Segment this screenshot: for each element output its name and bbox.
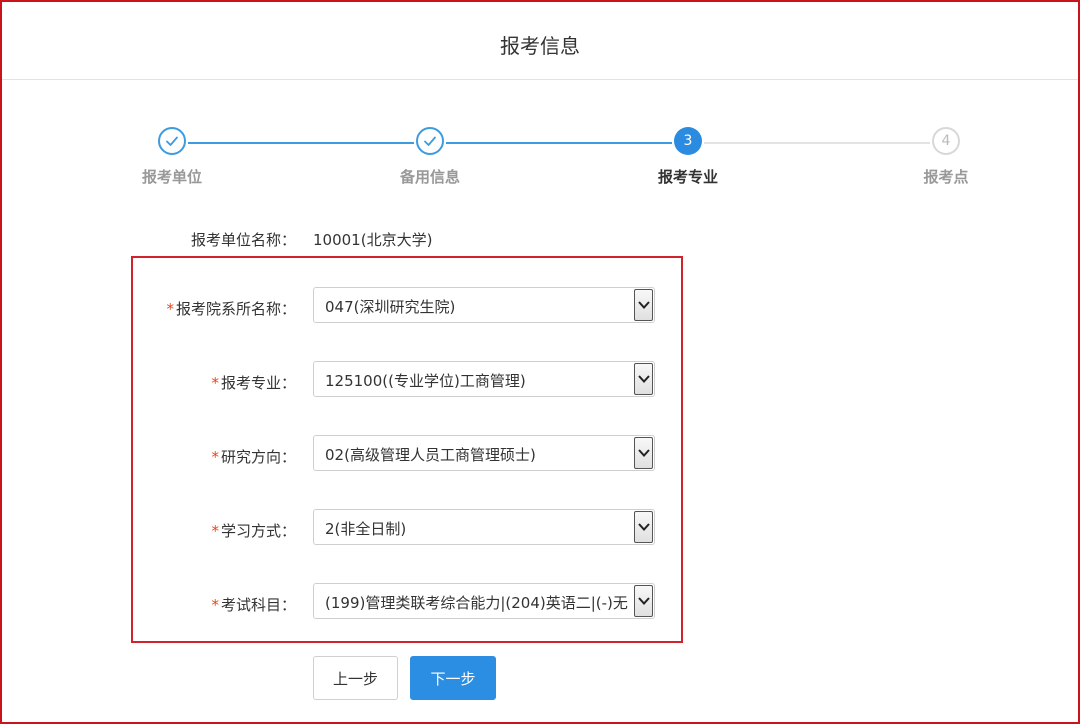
exam-subjects-select[interactable]: (199)管理类联考综合能力|(204)英语二|(-)无 <box>313 583 655 619</box>
department-select[interactable]: 047(深圳研究生院) <box>313 287 655 323</box>
study-mode-select[interactable]: 2(非全日制) <box>313 509 655 545</box>
department-select-value: 047(深圳研究生院) <box>325 298 456 316</box>
required-mark: * <box>211 374 219 392</box>
unit-name-value: 10001(北京大学) <box>313 231 433 249</box>
step-1-circle <box>158 127 186 155</box>
chevron-down-icon[interactable] <box>634 437 653 469</box>
major-field-label: * 报考专业： <box>211 374 296 392</box>
exam-subjects-select-value: (199)管理类联考综合能力|(204)英语二|(-)无 <box>325 594 628 612</box>
chevron-down-icon[interactable] <box>634 363 653 395</box>
required-mark: * <box>211 448 219 466</box>
research-direction-label: * 研究方向： <box>211 448 296 466</box>
major-select-value: 125100((专业学位)工商管理) <box>325 372 526 390</box>
research-direction-select[interactable]: 02(高级管理人员工商管理硕士) <box>313 435 655 471</box>
step-connector-1 <box>188 142 414 144</box>
step-2-label: 备用信息 <box>399 168 460 186</box>
required-mark: * <box>211 596 219 614</box>
study-mode-label: * 学习方式： <box>211 522 296 540</box>
step-connector-3 <box>704 142 930 144</box>
unit-name-label: 报考单位名称： <box>190 231 296 249</box>
research-direction-select-value: 02(高级管理人员工商管理硕士) <box>325 446 536 464</box>
next-step-button[interactable]: 下一步 <box>410 656 496 700</box>
step-4-circle: 4 <box>932 127 960 155</box>
step-connector-2 <box>446 142 672 144</box>
study-mode-select-value: 2(非全日制) <box>325 520 407 538</box>
chevron-down-icon[interactable] <box>634 289 653 321</box>
required-mark: * <box>211 522 219 540</box>
step-3-label: 报考专业 <box>657 168 718 186</box>
page-title: 报考信息 <box>500 34 580 58</box>
chevron-down-icon[interactable] <box>634 511 653 543</box>
major-select[interactable]: 125100((专业学位)工商管理) <box>313 361 655 397</box>
step-2-circle <box>416 127 444 155</box>
page-header: 报考信息 <box>2 2 1078 80</box>
exam-subjects-label: * 考试科目： <box>211 596 296 614</box>
check-icon <box>166 136 178 146</box>
chevron-down-icon[interactable] <box>634 585 653 617</box>
check-icon <box>424 136 436 146</box>
step-1-label: 报考单位 <box>141 168 202 186</box>
previous-step-button[interactable]: 上一步 <box>313 656 398 700</box>
department-field-label: * 报考院系所名称： <box>166 300 296 318</box>
step-3-circle: 3 <box>674 127 702 155</box>
step-4-label: 报考点 <box>923 168 969 186</box>
required-mark: * <box>166 300 174 318</box>
